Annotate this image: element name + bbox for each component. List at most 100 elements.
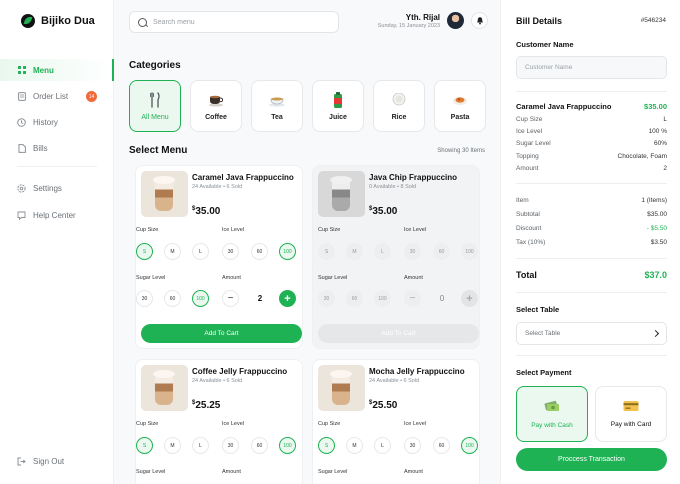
ice-level-label: Ice Level bbox=[222, 227, 245, 233]
customer-name-input[interactable] bbox=[516, 56, 667, 79]
bill-detail-row: Topping Chocolate, Foam bbox=[516, 153, 667, 160]
pasta-icon bbox=[451, 91, 469, 109]
bill-item: Caramel Java Frappuccino $35.00 bbox=[516, 102, 667, 111]
sidebar-item-menu[interactable]: Menu bbox=[0, 59, 114, 81]
ice-level-label: Ice Level bbox=[404, 227, 427, 233]
total-value: $37.0 bbox=[644, 270, 667, 280]
add-to-cart-button[interactable]: Add To Cart bbox=[141, 324, 302, 343]
ice-level-100[interactable]: 100 bbox=[279, 437, 296, 454]
ice-level-60[interactable]: 60 bbox=[251, 243, 268, 260]
pay-with-card-option[interactable]: Pay with Card bbox=[595, 386, 667, 442]
cup-size-label: Cup Size bbox=[136, 421, 159, 427]
category-coffee[interactable]: Coffee bbox=[190, 80, 242, 132]
sidebar-item-settings[interactable]: Settings bbox=[0, 177, 114, 199]
sugar-level-60[interactable]: 60 bbox=[346, 290, 363, 307]
cup-size-m[interactable]: M bbox=[346, 243, 363, 260]
receipt-icon bbox=[17, 91, 26, 101]
cup-size-m[interactable]: M bbox=[164, 437, 181, 454]
cup-size-s[interactable]: S bbox=[318, 437, 335, 454]
ice-level-100[interactable]: 100 bbox=[461, 243, 478, 260]
ice-level-100[interactable]: 100 bbox=[279, 243, 296, 260]
menu-card: Java Chip Frappuccino 0 Available • 8 So… bbox=[312, 165, 480, 349]
cup-size-s[interactable]: S bbox=[136, 243, 153, 260]
table-select[interactable]: Select Table bbox=[516, 322, 667, 345]
product-image bbox=[141, 171, 188, 217]
cup-size-l[interactable]: L bbox=[192, 243, 209, 260]
increase-amount-button[interactable]: + bbox=[279, 290, 296, 307]
bill-detail-row: Cup Size L bbox=[516, 116, 667, 123]
summary-row: Item 1 (Items) bbox=[516, 197, 667, 204]
bill-item-name: Caramel Java Frappuccino bbox=[516, 102, 612, 111]
cup-size-s[interactable]: S bbox=[136, 437, 153, 454]
sugar-level-30[interactable]: 30 bbox=[318, 290, 335, 307]
sugar-level-100[interactable]: 100 bbox=[192, 290, 209, 307]
ice-level-30[interactable]: 30 bbox=[222, 437, 239, 454]
notification-bell-icon[interactable] bbox=[471, 12, 488, 29]
amount-label: Amount bbox=[222, 469, 241, 475]
main-nav: Menu Order List 14 History Bills bbox=[0, 59, 114, 159]
category-juice[interactable]: Juice bbox=[312, 80, 364, 132]
process-transaction-button[interactable]: Proccess Transaction bbox=[516, 448, 667, 471]
avatar[interactable] bbox=[447, 12, 464, 29]
cup-size-m[interactable]: M bbox=[346, 437, 363, 454]
search-box[interactable] bbox=[129, 11, 339, 33]
summary-row: Tax (10%) $3.50 bbox=[516, 239, 667, 246]
ice-level-60[interactable]: 60 bbox=[251, 437, 268, 454]
cup-size-l[interactable]: L bbox=[374, 243, 391, 260]
category-tea[interactable]: Tea bbox=[251, 80, 303, 132]
product-stock: 24 Available • 6 Sold bbox=[369, 378, 420, 384]
pay-with-cash-option[interactable]: Pay with Cash bbox=[516, 386, 588, 442]
divider bbox=[516, 355, 667, 356]
sugar-level-label: Sugar Level bbox=[136, 469, 166, 475]
sidebar-item-order-list[interactable]: Order List 14 bbox=[0, 85, 114, 107]
sidebar-item-history[interactable]: History bbox=[0, 111, 114, 133]
sidebar-item-label: Settings bbox=[33, 183, 62, 193]
product-stock: 24 Available • 6 Sold bbox=[192, 184, 243, 190]
app-logo[interactable]: Bijiko Dua bbox=[21, 14, 95, 28]
category-label: All Menu bbox=[141, 114, 169, 121]
category-pasta[interactable]: Pasta bbox=[434, 80, 486, 132]
product-image bbox=[141, 365, 188, 411]
decrease-amount-button[interactable]: − bbox=[404, 290, 421, 307]
ice-level-30[interactable]: 30 bbox=[222, 243, 239, 260]
cup-size-label: Cup Size bbox=[318, 421, 341, 427]
juice-icon bbox=[329, 91, 347, 109]
sidebar-item-label: Order List bbox=[33, 91, 69, 101]
logout-icon bbox=[17, 457, 26, 466]
sidebar: Bijiko Dua Menu Order List 14 History Bi… bbox=[0, 0, 114, 484]
menu-card: Caramel Java Frappuccino 24 Available • … bbox=[135, 165, 303, 349]
search-input[interactable] bbox=[153, 18, 333, 26]
product-price: $25.50 bbox=[369, 400, 398, 411]
sugar-level-60[interactable]: 60 bbox=[164, 290, 181, 307]
cup-size-m[interactable]: M bbox=[164, 243, 181, 260]
sidebar-item-help-center[interactable]: Help Center bbox=[0, 204, 114, 226]
ice-level-30[interactable]: 30 bbox=[404, 437, 421, 454]
add-to-cart-button[interactable]: Add To Cart bbox=[318, 324, 479, 343]
ice-level-30[interactable]: 30 bbox=[404, 243, 421, 260]
category-list: All Menu Coffee Tea Juice Rice Pasta bbox=[129, 80, 486, 132]
sugar-level-30[interactable]: 30 bbox=[136, 290, 153, 307]
category-rice[interactable]: Rice bbox=[373, 80, 425, 132]
decrease-amount-button[interactable]: − bbox=[222, 290, 239, 307]
cup-size-s[interactable]: S bbox=[318, 243, 335, 260]
gear-icon bbox=[17, 183, 26, 193]
category-all-menu[interactable]: All Menu bbox=[129, 80, 181, 132]
sidebar-item-label: Menu bbox=[33, 65, 54, 75]
cup-size-l[interactable]: L bbox=[192, 437, 209, 454]
category-label: Pasta bbox=[450, 114, 470, 121]
bill-panel: Bill Details #546234 Customer Name Caram… bbox=[500, 0, 680, 484]
ice-level-60[interactable]: 60 bbox=[433, 243, 450, 260]
product-image bbox=[318, 171, 365, 217]
increase-amount-button[interactable]: + bbox=[461, 290, 478, 307]
ice-level-100[interactable]: 100 bbox=[461, 437, 478, 454]
cup-size-l[interactable]: L bbox=[374, 437, 391, 454]
divider bbox=[516, 91, 667, 92]
clock-icon bbox=[17, 117, 26, 127]
sign-out-button[interactable]: Sign Out bbox=[0, 450, 114, 472]
leaf-logo-icon bbox=[21, 14, 35, 28]
document-icon bbox=[17, 143, 26, 153]
sugar-level-100[interactable]: 100 bbox=[374, 290, 391, 307]
sidebar-item-bills[interactable]: Bills bbox=[0, 137, 114, 159]
total-row: Total $37.0 bbox=[516, 270, 667, 280]
ice-level-60[interactable]: 60 bbox=[433, 437, 450, 454]
